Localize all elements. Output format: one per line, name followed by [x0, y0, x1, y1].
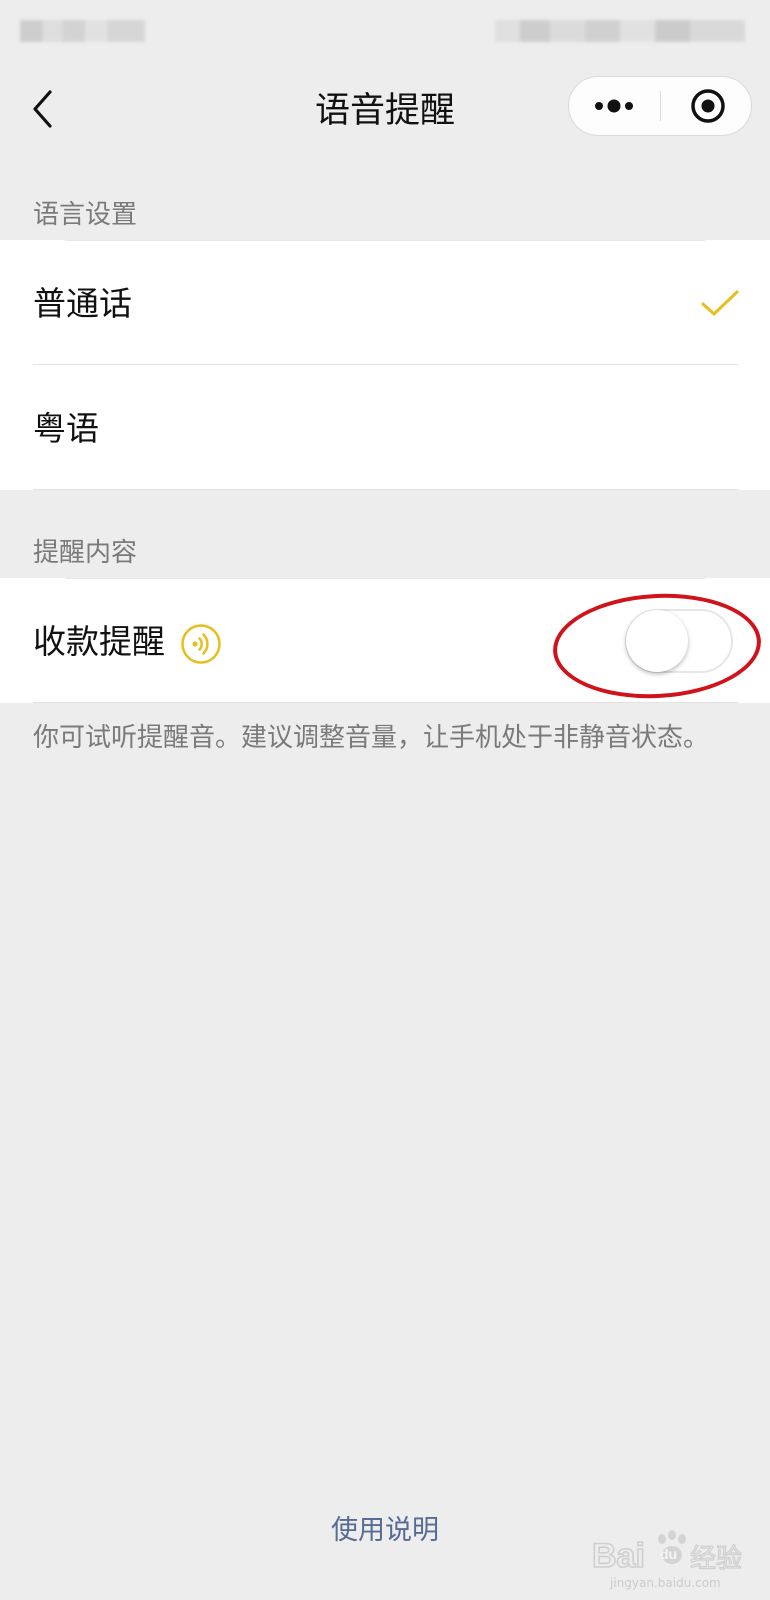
baidu-watermark-logo: Bai du 经验 jingyan.baidu.com: [591, 1530, 743, 1590]
section-label-reminder: 提醒内容: [33, 538, 138, 568]
section-label-language: 语言设置: [33, 200, 138, 230]
toggle-knob: [626, 610, 688, 672]
divider: [33, 702, 738, 703]
reminder-hint-text: 你可试听提醒音。建议调整音量，让手机处于非静音状态。: [33, 723, 710, 753]
checkmark-icon: [701, 290, 739, 316]
language-option-label: 普通话: [33, 284, 132, 323]
menu-capsule: [568, 76, 752, 136]
svg-text:Bai: Bai: [592, 1537, 645, 1575]
more-dots-icon: [595, 99, 633, 113]
status-bar: [0, 0, 770, 60]
payment-reminder-toggle[interactable]: [625, 609, 733, 673]
close-button[interactable]: [665, 77, 751, 135]
payment-reminder-row: 收款提醒: [0, 578, 770, 703]
target-circle-icon: [691, 89, 725, 123]
language-option-mandarin[interactable]: 普通话: [0, 240, 770, 365]
language-options-card: 普通话 粤语: [0, 240, 770, 490]
language-option-label: 粤语: [33, 409, 99, 448]
nav-bar: 语音提醒: [0, 70, 770, 152]
capsule-divider: [660, 91, 661, 121]
svg-text:jingyan.baidu.com: jingyan.baidu.com: [609, 1576, 721, 1590]
reminder-card: 收款提醒: [0, 578, 770, 703]
svg-text:du: du: [660, 1546, 677, 1562]
speaker-wave-icon[interactable]: [180, 623, 222, 665]
svg-text:经验: 经验: [690, 1544, 742, 1574]
language-option-cantonese[interactable]: 粤语: [0, 365, 770, 490]
more-button[interactable]: [569, 77, 659, 135]
payment-reminder-label: 收款提醒: [33, 622, 165, 661]
status-bar-right-blurred: [495, 20, 745, 42]
status-bar-left-blurred: [20, 20, 145, 42]
divider: [33, 489, 738, 490]
